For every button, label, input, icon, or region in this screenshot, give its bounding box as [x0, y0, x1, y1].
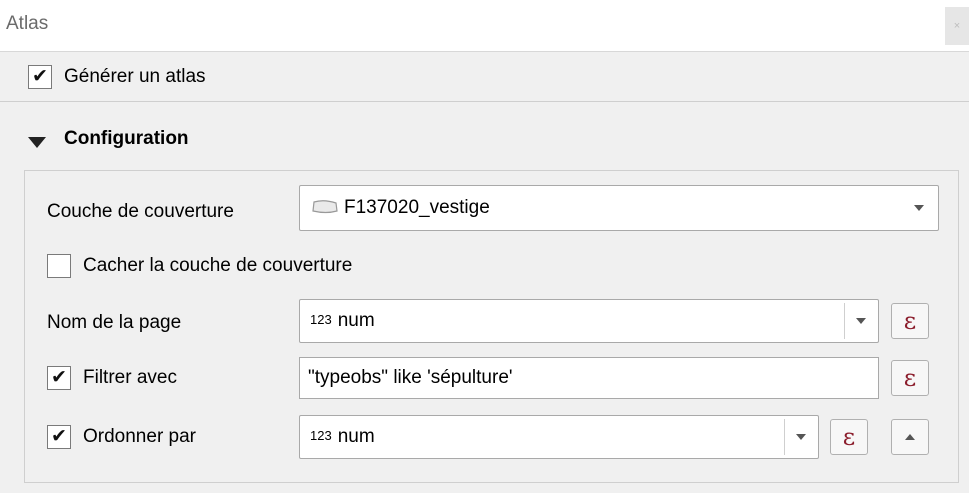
- configuration-header[interactable]: Configuration: [64, 128, 189, 150]
- expression-icon: ε: [842, 423, 856, 451]
- chevron-down-icon[interactable]: [914, 205, 924, 211]
- checkmark-icon: ✔: [32, 66, 48, 87]
- sort-by-value: num: [337, 426, 375, 447]
- hide-coverage-checkbox[interactable]: [47, 254, 71, 278]
- checkmark-icon: ✔: [51, 367, 67, 388]
- filter-expression-value: "typeobs" like 'sépulture': [308, 367, 513, 388]
- filter-expression-button[interactable]: ε: [891, 360, 929, 396]
- page-name-value: num: [337, 310, 375, 331]
- expression-icon: ε: [903, 307, 917, 335]
- chevron-up-icon: [905, 434, 915, 440]
- expression-icon: ε: [903, 364, 917, 392]
- collapse-triangle-icon[interactable]: [28, 137, 46, 148]
- coverage-layer-combobox[interactable]: F137020_vestige: [299, 185, 939, 231]
- polygon-layer-icon: [312, 200, 338, 214]
- sort-ascending-button[interactable]: [891, 419, 929, 455]
- coverage-layer-value: F137020_vestige: [344, 197, 490, 218]
- sort-checkbox[interactable]: ✔: [47, 425, 71, 449]
- page-name-label: Nom de la page: [47, 312, 182, 333]
- chevron-down-icon: [856, 318, 866, 324]
- page-name-dropdown-button[interactable]: [844, 303, 878, 339]
- sort-label: Ordonner par: [83, 426, 197, 447]
- coverage-layer-label: Couche de couverture: [47, 201, 234, 222]
- dock-title-bar: Atlas ×: [0, 0, 969, 52]
- page-name-combobox[interactable]: 123 num: [299, 299, 879, 343]
- sort-expression-button[interactable]: ε: [830, 419, 868, 455]
- generate-atlas-checkbox[interactable]: ✔: [28, 65, 52, 89]
- hide-coverage-label: Cacher la couche de couverture: [83, 255, 353, 276]
- integer-field-icon: 123: [310, 428, 332, 443]
- sort-by-dropdown-button[interactable]: [784, 419, 818, 455]
- checkmark-icon: ✔: [51, 426, 67, 447]
- filter-label: Filtrer avec: [83, 367, 177, 388]
- generate-atlas-row: ✔ Générer un atlas: [0, 52, 969, 102]
- close-icon[interactable]: ×: [945, 7, 969, 45]
- filter-checkbox[interactable]: ✔: [47, 366, 71, 390]
- dock-title: Atlas: [6, 13, 49, 34]
- sort-by-combobox[interactable]: 123 num: [299, 415, 819, 459]
- filter-expression-input[interactable]: "typeobs" like 'sépulture': [299, 357, 879, 399]
- integer-field-icon: 123: [310, 312, 332, 327]
- page-name-expression-button[interactable]: ε: [891, 303, 929, 339]
- generate-atlas-label: Générer un atlas: [64, 66, 206, 87]
- chevron-down-icon: [796, 434, 806, 440]
